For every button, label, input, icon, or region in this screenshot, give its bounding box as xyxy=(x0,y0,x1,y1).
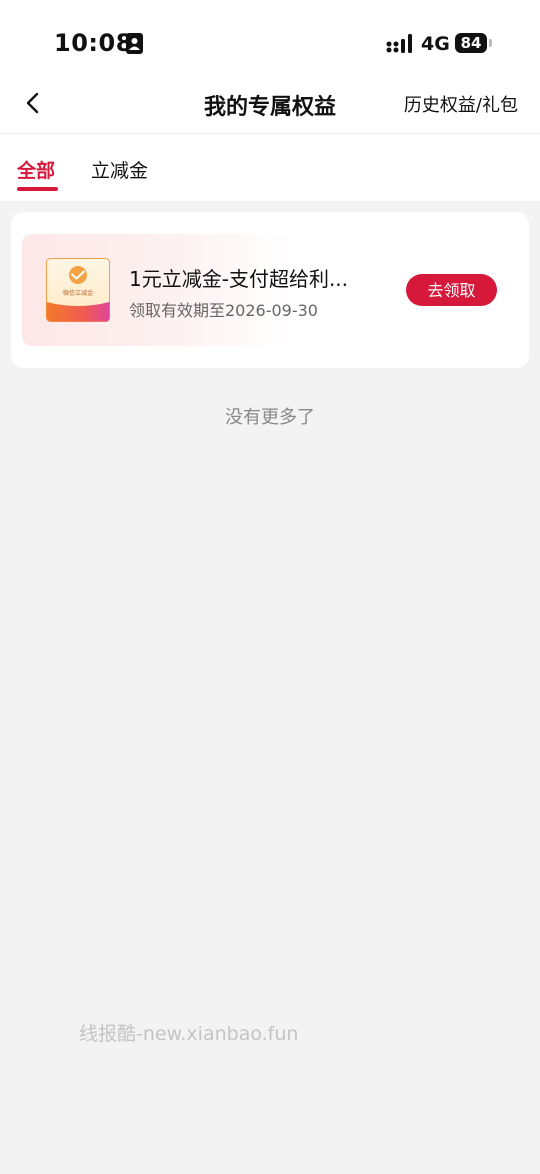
tab-active-indicator xyxy=(17,187,58,191)
tab-discount[interactable]: 立减金 xyxy=(91,156,148,183)
claim-button[interactable]: 去领取 xyxy=(406,274,497,306)
coupon-name: 1元立减金-支付超给利... xyxy=(129,267,349,291)
list-end-text: 没有更多了 xyxy=(225,407,315,428)
wechat-discount-coupon-icon: ·微信立减金· xyxy=(46,258,110,322)
nav-bar: 我的专属权益 历史权益/礼包 xyxy=(0,80,540,134)
tab-all[interactable]: 全部 xyxy=(17,156,55,183)
coupon-item[interactable]: ·微信立减金· 1元立减金-支付超给利... 领取有效期至2026-09-30 … xyxy=(22,234,518,346)
history-benefits-link[interactable]: 历史权益/礼包 xyxy=(404,91,518,117)
network-type: 4G xyxy=(421,33,450,55)
battery-tip xyxy=(489,39,492,47)
coupon-thumb-label: ·微信立减金· xyxy=(61,289,95,297)
coupon-card: ·微信立减金· 1元立减金-支付超给利... 领取有效期至2026-09-30 … xyxy=(11,212,529,368)
status-time: 10:08 xyxy=(54,29,133,57)
tab-bar: 全部 立减金 xyxy=(0,134,540,201)
watermark-text: 线报酷-new.xianbao.fun xyxy=(79,1023,299,1045)
signal-icon xyxy=(386,34,412,53)
coupon-expiry: 领取有效期至2026-09-30 xyxy=(129,301,318,320)
battery-icon: 84 xyxy=(455,33,487,53)
contact-card-icon xyxy=(126,33,143,54)
status-bar: 10:08 4G 84 xyxy=(0,0,540,80)
